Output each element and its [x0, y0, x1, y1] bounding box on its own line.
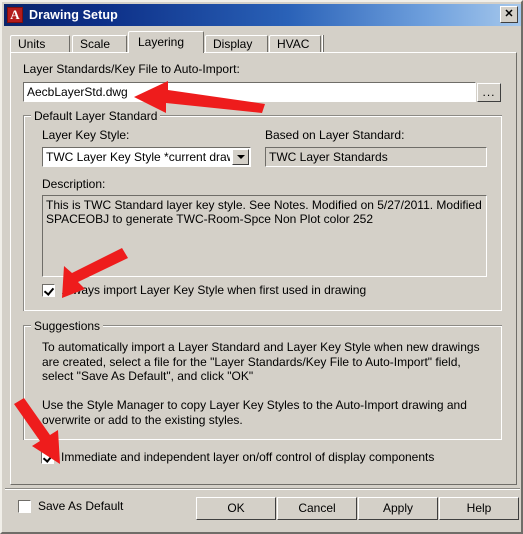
immediate-control-checkbox-row[interactable]: Immediate and independent layer on/off c…	[41, 450, 434, 464]
layer-key-style-combobox[interactable]: TWC Layer Key Style *current drawing	[42, 147, 251, 167]
layer-key-style-value: TWC Layer Key Style *current drawing	[46, 150, 230, 164]
chevron-down-icon[interactable]	[232, 149, 249, 165]
description-textarea[interactable]: This is TWC Standard layer key style. Se…	[42, 195, 487, 277]
tab-display[interactable]: Display	[205, 35, 268, 53]
always-import-checkbox-label: Always import Layer Key Style when first…	[62, 283, 367, 297]
tab-scale[interactable]: Scale	[72, 35, 127, 53]
layer-key-style-label: Layer Key Style:	[42, 128, 130, 142]
help-button[interactable]: Help	[439, 497, 519, 520]
close-icon[interactable]: ✕	[500, 6, 518, 23]
tab-strip: Units Scale Layering Display HVAC	[10, 31, 517, 53]
default-layer-standard-group-title: Default Layer Standard	[31, 109, 161, 123]
suggestions-paragraph-1: To automatically import a Layer Standard…	[42, 340, 480, 383]
description-label: Description:	[42, 177, 106, 191]
tab-hvac[interactable]: HVAC	[269, 35, 321, 53]
ok-button[interactable]: OK	[196, 497, 276, 520]
save-as-default-row[interactable]: Save As Default	[18, 499, 123, 513]
suggestions-paragraph-2: Use the Style Manager to copy Layer Key …	[42, 398, 467, 427]
save-as-default-checkbox[interactable]	[18, 499, 31, 513]
footer-divider	[5, 488, 520, 490]
browse-button[interactable]: ...	[477, 83, 501, 102]
save-as-default-label: Save As Default	[38, 499, 124, 513]
layering-tab-page: Layer Standards/Key File to Auto-Import:…	[10, 52, 517, 485]
autocad-a-icon-glyph: A	[10, 7, 20, 22]
always-import-checkbox[interactable]	[42, 283, 55, 297]
always-import-checkbox-row[interactable]: Always import Layer Key Style when first…	[42, 283, 366, 297]
title-bar: A Drawing Setup ✕	[4, 4, 521, 26]
auto-import-input[interactable]: AecbLayerStd.dwg	[23, 82, 476, 102]
drawing-setup-dialog: A Drawing Setup ✕ Units Scale Layering D…	[0, 0, 523, 534]
window-title: Drawing Setup	[29, 8, 118, 22]
tab-strip-filler	[322, 35, 324, 53]
based-on-layer-standard-label: Based on Layer Standard:	[265, 128, 405, 142]
suggestions-group-title: Suggestions	[31, 319, 104, 333]
auto-import-label: Layer Standards/Key File to Auto-Import:	[23, 62, 240, 76]
immediate-control-checkbox[interactable]	[41, 450, 54, 464]
cancel-button[interactable]: Cancel	[277, 497, 357, 520]
based-on-layer-standard-value: TWC Layer Standards	[265, 147, 487, 167]
suggestions-group: Suggestions To automatically import a La…	[23, 319, 502, 440]
apply-button[interactable]: Apply	[358, 497, 438, 520]
default-layer-standard-group: Default Layer Standard Layer Key Style: …	[23, 109, 502, 311]
immediate-control-checkbox-label: Immediate and independent layer on/off c…	[61, 450, 435, 464]
tab-layering[interactable]: Layering	[128, 31, 204, 53]
autocad-a-icon: A	[7, 7, 23, 23]
tab-units[interactable]: Units	[10, 35, 70, 53]
